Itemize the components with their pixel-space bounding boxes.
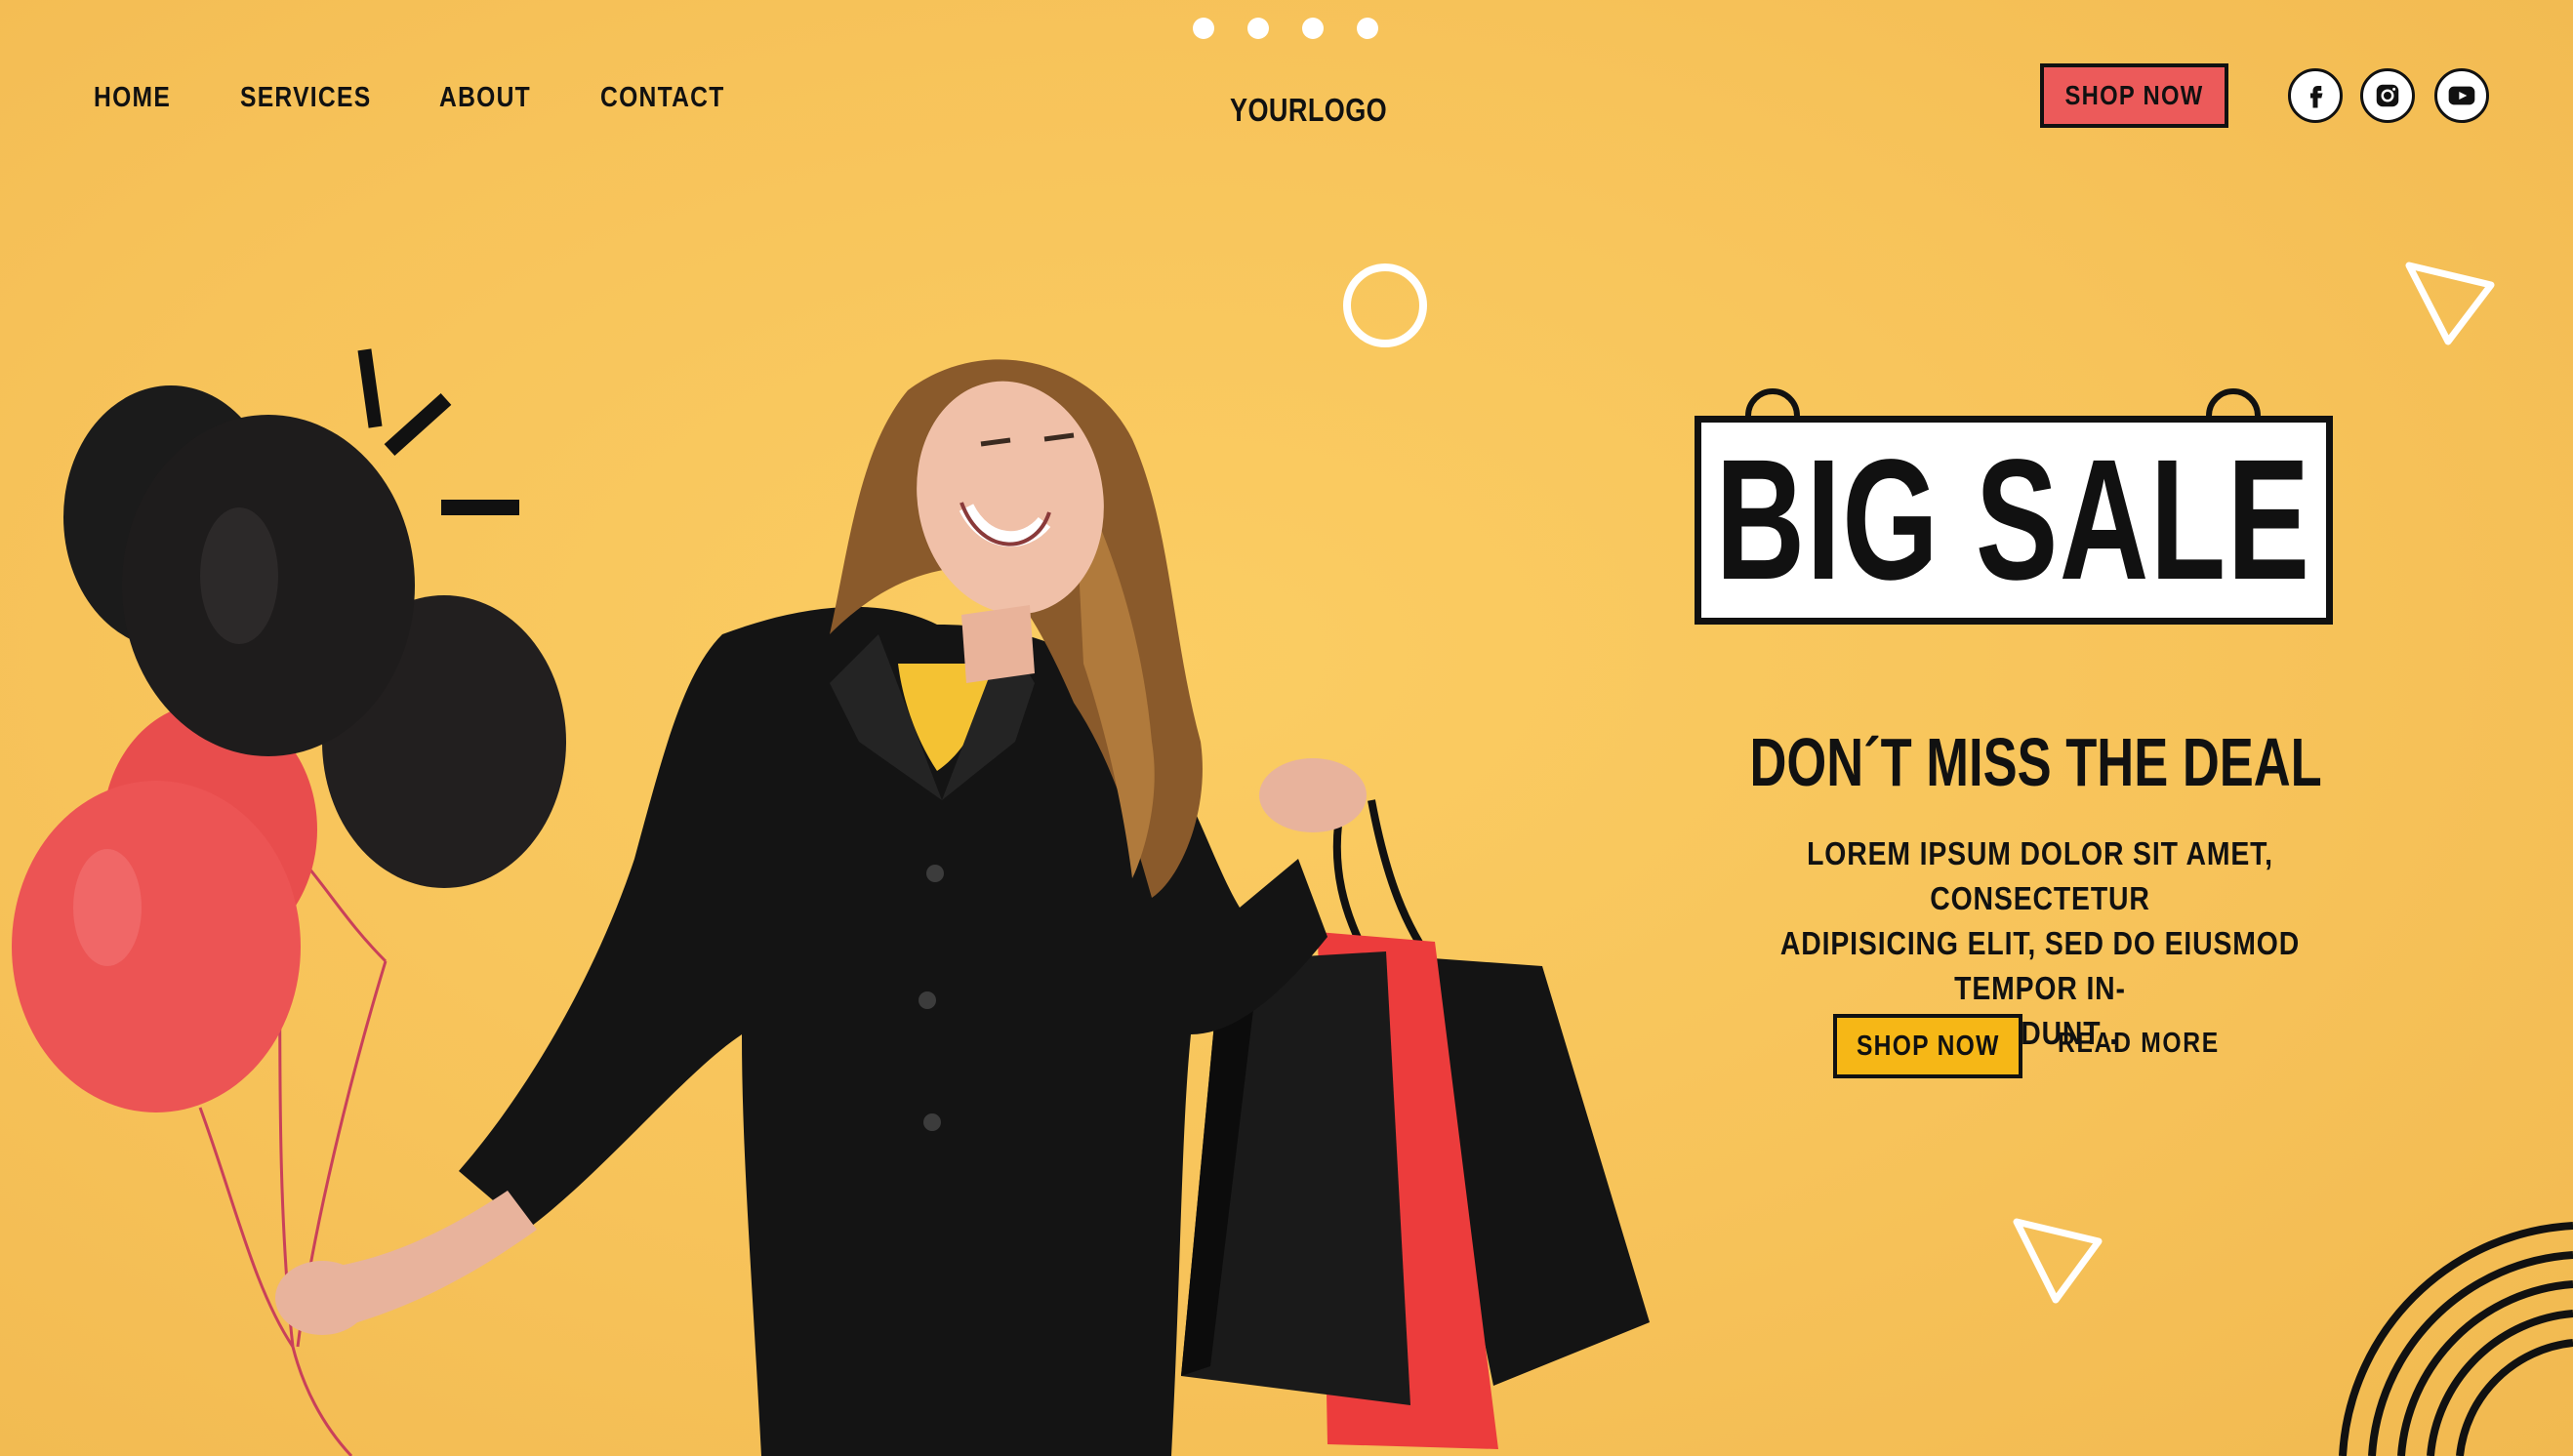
nav-contact[interactable]: CONTACT [600,82,725,114]
instagram-link[interactable] [2360,68,2415,123]
hero-shop-now-button[interactable]: SHOP NOW [1833,1014,2022,1078]
balloons [12,385,566,1112]
circle-shape [1343,263,1427,347]
triangle-shape-bottom [2013,1218,2103,1304]
header-shop-now-button[interactable]: SHOP NOW [2040,63,2228,128]
nav-home[interactable]: HOME [94,82,171,114]
hero-description-line: ADIPISICING ELIT, SED DO EIUSMOD TEMPOR … [1779,925,2301,1006]
header-shop-now-label: SHOP NOW [2064,80,2204,110]
site-logo[interactable]: YOURLOGO [1230,92,1387,129]
hero-shop-now-label: SHOP NOW [1856,1030,2000,1062]
read-more-link[interactable]: READ MORE [2058,1028,2220,1060]
carousel-dot[interactable] [1247,18,1269,39]
facebook-icon [2310,86,2323,108]
triangle-shape-top [2405,262,2495,345]
instagram-icon [2376,84,2399,107]
hero-description-line: LOREM IPSUM DOLOR SIT AMET, CONSECTETUR [1807,835,2273,916]
youtube-link[interactable] [2434,68,2489,123]
landing-page: HOME SERVICES ABOUT CONTACT YOURLOGO SHO… [0,0,2573,1456]
carousel-dot[interactable] [1357,18,1378,39]
carousel-indicator [1193,18,1378,39]
shopping-bags [1181,799,1650,1449]
youtube-icon [2448,86,2475,105]
carousel-dot[interactable] [1193,18,1214,39]
big-sale-text: BIG SALE [1716,425,2311,616]
hero-headline: DON´T MISS THE DEAL [1749,724,2322,800]
nav-about[interactable]: ABOUT [439,82,531,114]
facebook-link[interactable] [2288,68,2343,123]
nav-services[interactable]: SERVICES [240,82,371,114]
big-sale-sign: BIG SALE [1695,416,2333,625]
arc-decoration [2339,1222,2573,1456]
carousel-dot[interactable] [1302,18,1324,39]
